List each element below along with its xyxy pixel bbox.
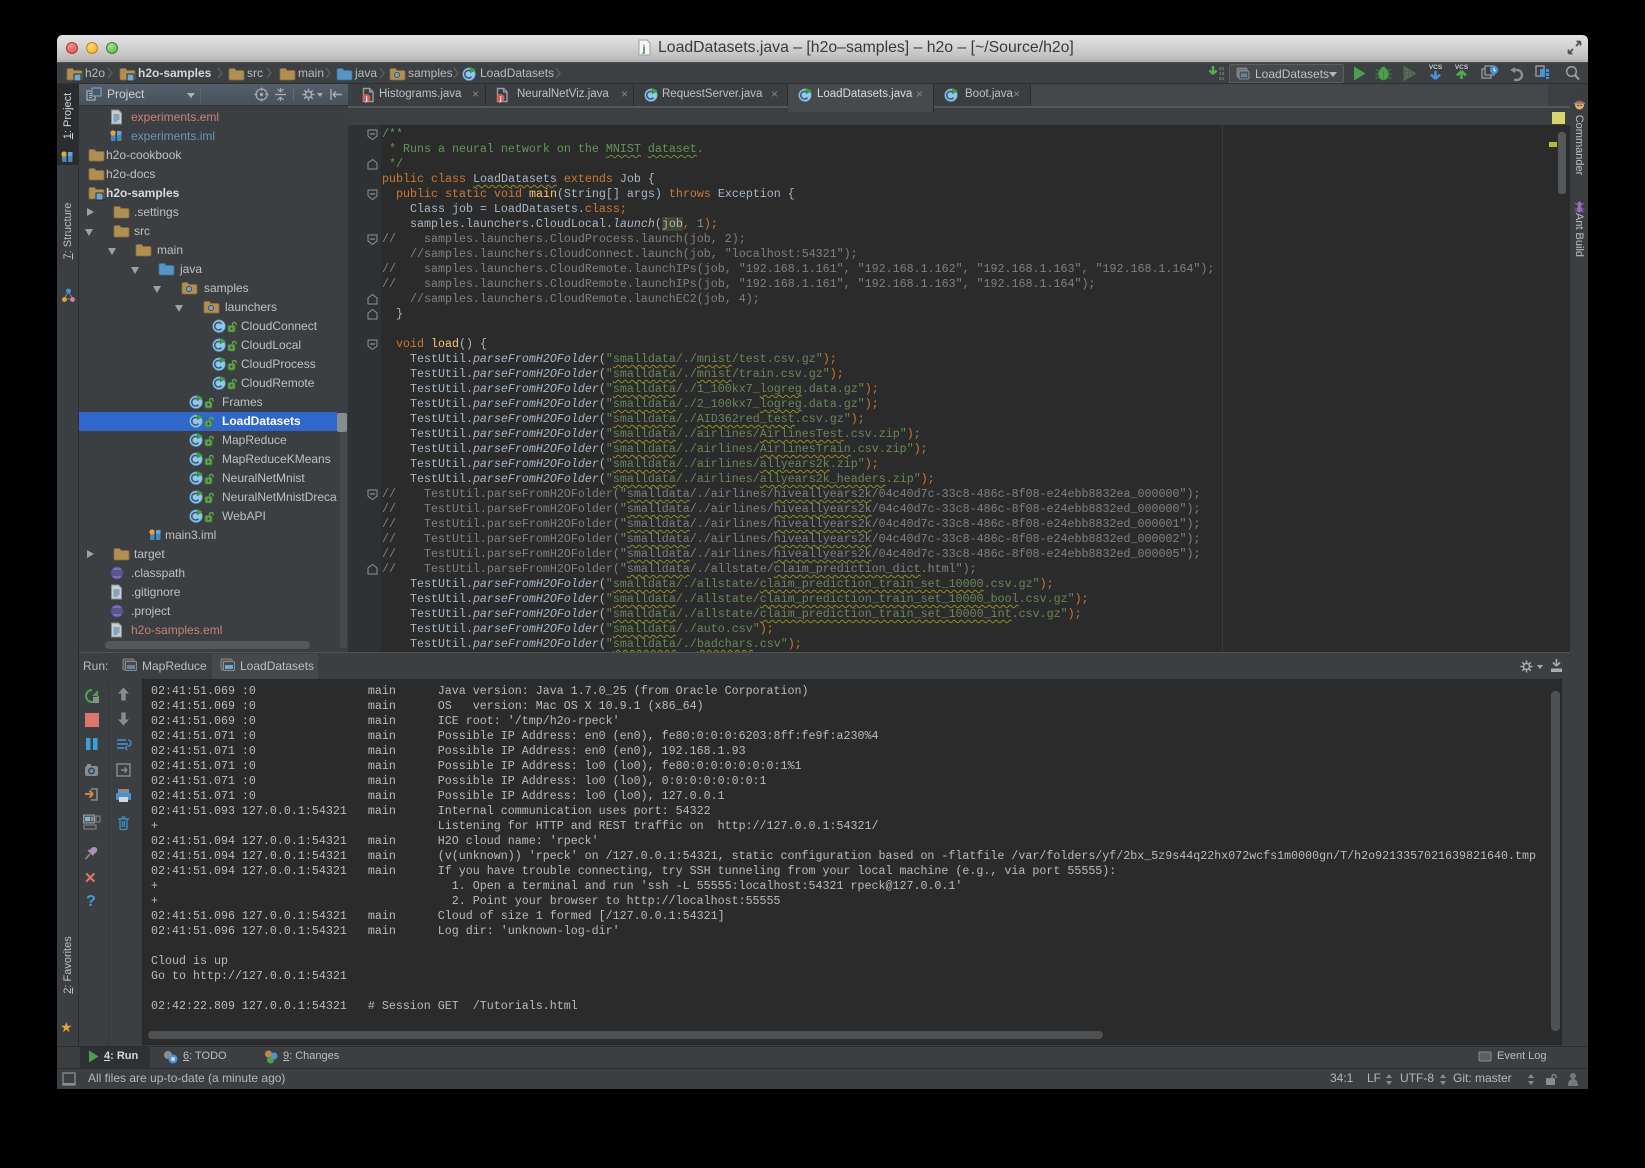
svg-text:j: j [642, 44, 646, 55]
svg-text:01: 01 [1219, 76, 1225, 82]
svg-text:VCS: VCS [1429, 64, 1443, 71]
svg-text:j: j [364, 94, 368, 103]
svg-text:VCS: VCS [1455, 64, 1469, 71]
svg-text:j: j [498, 94, 502, 103]
